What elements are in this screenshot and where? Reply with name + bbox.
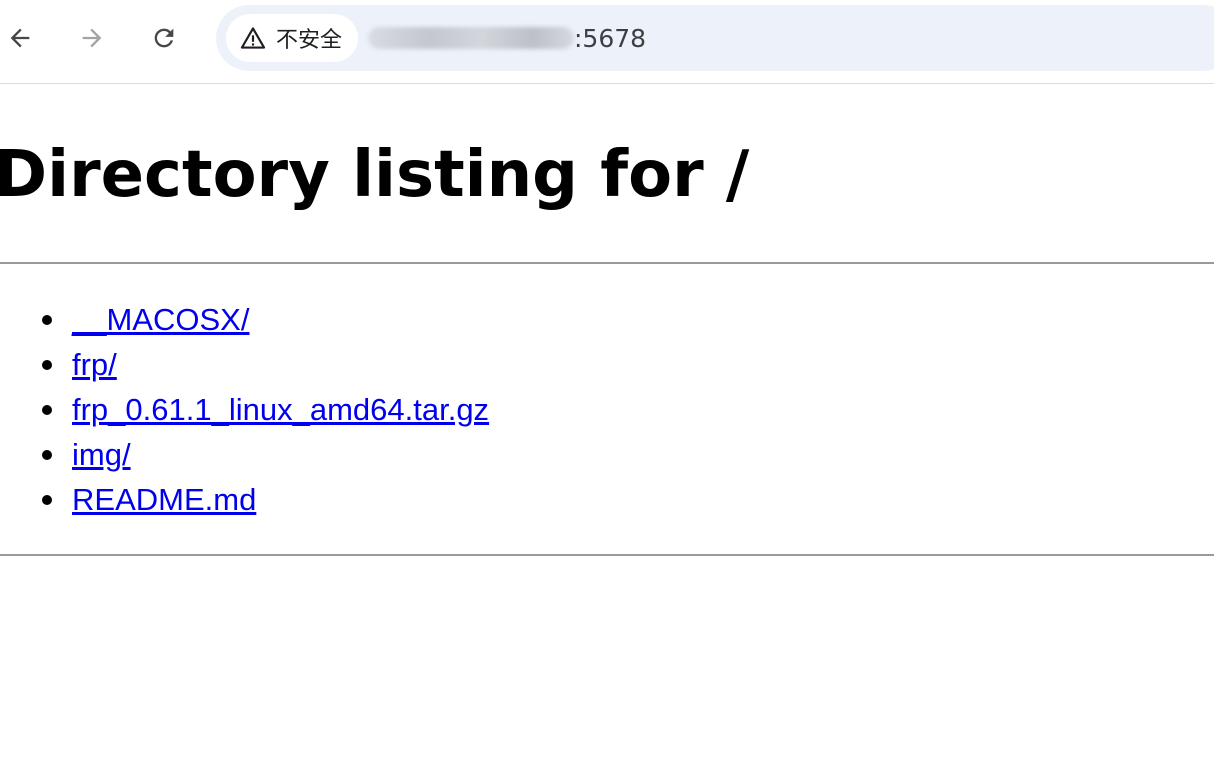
security-label: 不安全 <box>276 28 343 53</box>
divider-bottom <box>0 554 1214 556</box>
arrow-left-icon <box>10 28 30 48</box>
divider-top <box>0 262 1214 264</box>
bullet <box>42 315 52 325</box>
warning-triangle-icon <box>240 25 266 51</box>
forward-button[interactable] <box>72 18 112 58</box>
url-port: :5678 <box>574 24 647 53</box>
file-link-img[interactable]: img/ <box>72 432 131 477</box>
file-link-frp[interactable]: frp/ <box>72 342 117 387</box>
bullet <box>42 450 52 460</box>
address-bar[interactable]: 不安全 :5678 <box>216 5 1214 71</box>
bullet <box>42 360 52 370</box>
file-link-macosx[interactable]: __MACOSX/ <box>72 297 249 342</box>
security-indicator[interactable]: 不安全 <box>226 14 359 62</box>
bullet <box>42 405 52 415</box>
page-title: Directory listing for / <box>0 138 750 212</box>
file-link-readme[interactable]: README.md <box>72 477 256 522</box>
reload-icon <box>154 28 174 48</box>
reload-button[interactable] <box>144 18 184 58</box>
url-host-redacted <box>368 27 574 49</box>
browser-toolbar: 不安全 :5678 <box>0 0 1214 84</box>
file-link-frp-archive[interactable]: frp_0.61.1_linux_amd64.tar.gz <box>72 387 489 432</box>
bullet <box>42 495 52 505</box>
arrow-right-icon <box>82 28 102 48</box>
back-button[interactable] <box>0 18 40 58</box>
